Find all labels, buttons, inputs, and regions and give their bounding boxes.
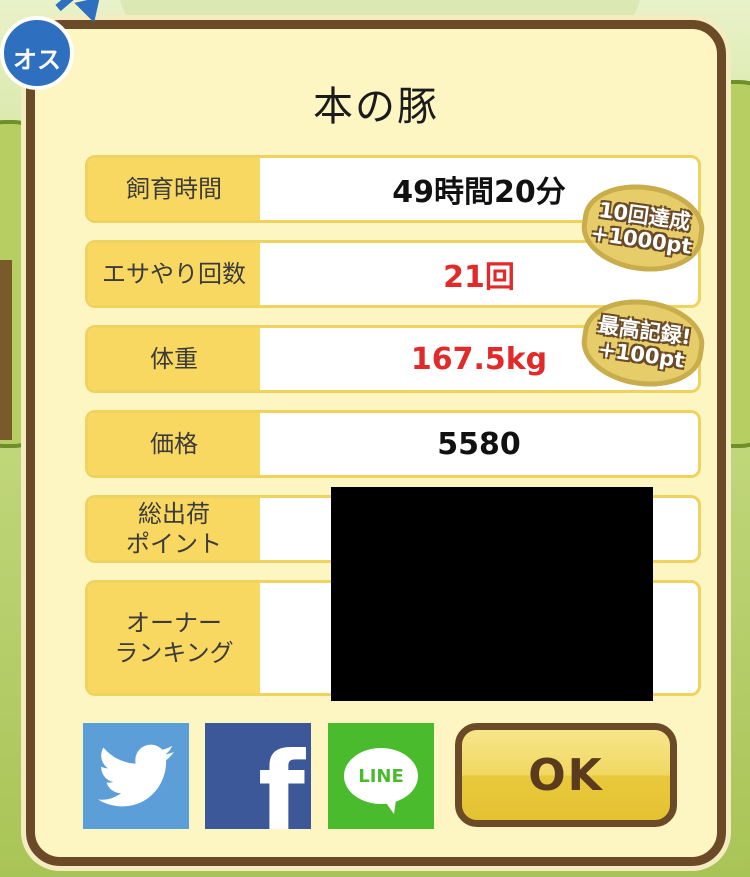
line-share-button[interactable]: LINE [328, 723, 434, 829]
redacted-area [331, 487, 653, 701]
male-gender-icon: オス [0, 0, 110, 100]
line-icon-label: LINE [358, 765, 404, 787]
tree-trunk [0, 260, 12, 440]
male-arrowhead [74, 0, 110, 23]
twitter-bird-icon [98, 744, 174, 807]
ok-button[interactable]: OK [455, 723, 677, 827]
pig-result-dialog: 本の豚 飼育時間 49時間20分 エサやり回数 21回 体重 167.5kg 価… [26, 20, 726, 866]
stat-row-price: 価格 5580 [85, 410, 701, 478]
stat-label: オーナー ランキング [88, 583, 260, 693]
twitter-share-button[interactable] [83, 723, 189, 829]
stat-value: 5580 [437, 426, 521, 462]
facebook-share-button[interactable]: f [205, 723, 311, 847]
stat-label: 体重 [88, 328, 260, 390]
stat-label: 総出荷 ポイント [88, 498, 260, 560]
gender-label: オス [13, 46, 61, 74]
stat-label: 価格 [88, 413, 260, 475]
facebook-icon: f [258, 730, 305, 855]
stat-label: 飼育時間 [88, 158, 260, 220]
line-icon: LINE [344, 748, 418, 814]
stat-label: エサやり回数 [88, 243, 260, 305]
male-ring: オス [4, 20, 70, 86]
dialog-title: 本の豚 [313, 84, 439, 130]
